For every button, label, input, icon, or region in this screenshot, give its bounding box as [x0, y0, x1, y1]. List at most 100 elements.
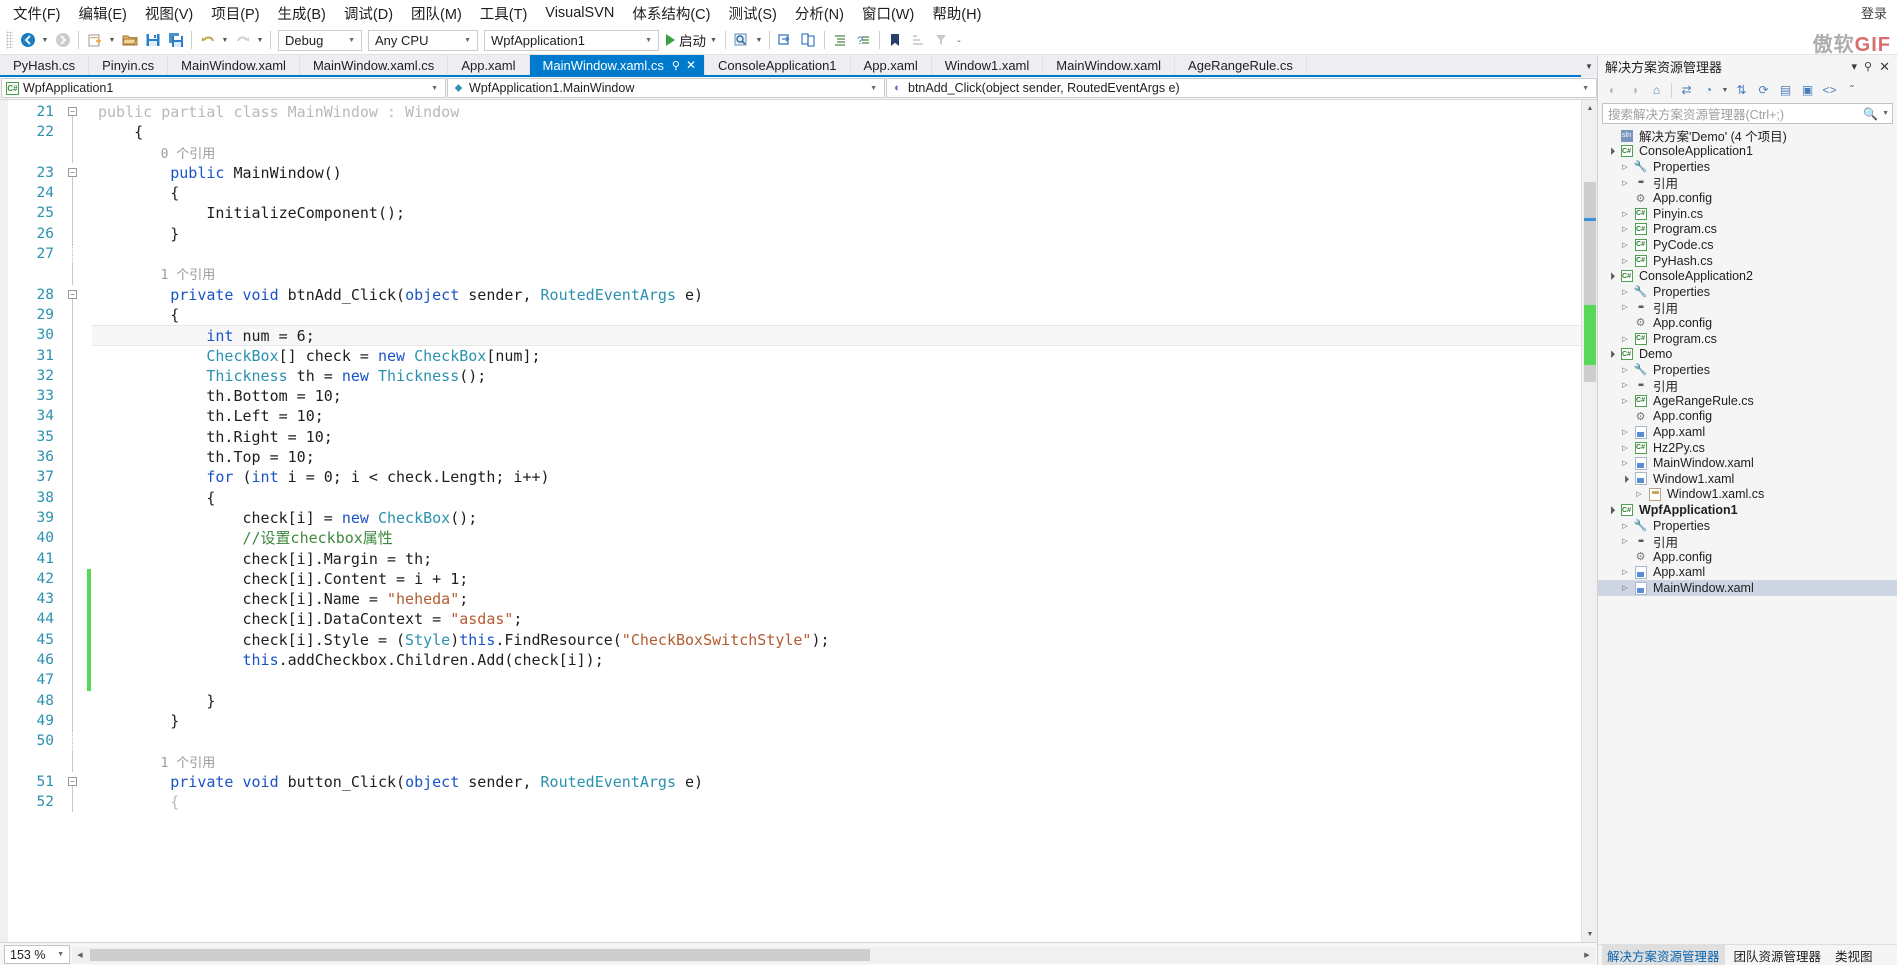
- chevron-right-icon[interactable]: ▷: [1618, 428, 1632, 436]
- tree-item[interactable]: ⚙ App.config: [1598, 315, 1897, 331]
- menu-item[interactable]: 帮助(H): [923, 0, 990, 27]
- tool-window-tab[interactable]: 解决方案资源管理器: [1602, 944, 1725, 965]
- pin-icon[interactable]: ⚲: [672, 59, 680, 72]
- chevron-down-icon[interactable]: ◢: [1603, 268, 1619, 284]
- code-line[interactable]: }: [92, 691, 1581, 711]
- tree-item[interactable]: ▷ ▪▪ 引用: [1598, 378, 1897, 394]
- code-editor[interactable]: 21 22 23 24 25 26 27 28 29 30 31 32 33 34 35 36 37 38 39 40…: [0, 100, 1597, 942]
- toolbar-grip[interactable]: [6, 31, 13, 49]
- tree-item[interactable]: ◢ C# ConsoleApplication2: [1598, 268, 1897, 284]
- tree-item[interactable]: ▷ App.xaml: [1598, 424, 1897, 440]
- chevron-right-icon[interactable]: ▷: [1618, 459, 1632, 467]
- sort-icon[interactable]: [907, 29, 930, 52]
- redo-icon[interactable]: [231, 29, 254, 52]
- code-line[interactable]: [92, 731, 1581, 751]
- chevron-right-icon[interactable]: ▷: [1618, 444, 1632, 452]
- code-line[interactable]: th.Left = 10;: [92, 406, 1581, 426]
- refresh-icon[interactable]: ⟳: [1753, 80, 1774, 100]
- tree-item[interactable]: ⚙ App.config: [1598, 549, 1897, 565]
- filter-icon[interactable]: [930, 29, 953, 52]
- new-project-icon[interactable]: [83, 29, 106, 52]
- tree-item[interactable]: ⚙ App.config: [1598, 409, 1897, 425]
- search-icon[interactable]: 🔍: [1861, 107, 1880, 121]
- back-icon[interactable]: ◐: [1602, 80, 1623, 100]
- toolbar-overflow-icon[interactable]: ⌄: [953, 29, 965, 51]
- chevron-down-icon[interactable]: ▼: [1581, 55, 1597, 77]
- sync-with-active-doc-icon[interactable]: ⇄: [1676, 80, 1697, 100]
- menu-item[interactable]: 分析(N): [786, 0, 853, 27]
- code-line[interactable]: private void button_Click(object sender,…: [92, 772, 1581, 792]
- tree-item[interactable]: ▷ 🔧 Properties: [1598, 362, 1897, 378]
- redo-dropdown-icon[interactable]: ▼: [254, 29, 266, 51]
- chevron-right-icon[interactable]: ▷: [1618, 163, 1632, 171]
- undo-icon[interactable]: [196, 29, 219, 52]
- chevron-right-icon[interactable]: ▷: [1618, 241, 1632, 249]
- code-line[interactable]: 0 个引用: [92, 143, 1581, 163]
- tree-item[interactable]: ▷ ▪▪ 引用: [1598, 175, 1897, 191]
- startup-project-select[interactable]: WpfApplication1 ▼: [484, 29, 659, 51]
- tree-item[interactable]: ▷ C# PyHash.cs: [1598, 253, 1897, 269]
- tool-window-tab[interactable]: 团队资源管理器: [1729, 944, 1827, 965]
- chevron-right-icon[interactable]: ▷: [1618, 257, 1632, 265]
- show-all-files-icon[interactable]: ▤: [1775, 80, 1796, 100]
- chevron-right-icon[interactable]: ▷: [1618, 568, 1632, 576]
- forward-icon[interactable]: ◑: [1624, 80, 1645, 100]
- hscrollbar-thumb[interactable]: [90, 948, 870, 961]
- code-line[interactable]: check[i] = new CheckBox();: [92, 508, 1581, 528]
- code-line[interactable]: check[i].Name = "heheda";: [92, 589, 1581, 609]
- outline-collapse-icon[interactable]: −: [64, 772, 86, 793]
- editor-vertical-scrollbar[interactable]: ▲ ▼: [1581, 100, 1597, 942]
- menu-item[interactable]: 项目(P): [202, 0, 268, 27]
- zoom-level-select[interactable]: 153 % ▼: [4, 945, 70, 964]
- save-all-icon[interactable]: [164, 29, 187, 52]
- tree-item[interactable]: ▷ ▪▪ 引用: [1598, 533, 1897, 550]
- code-line[interactable]: th.Top = 10;: [92, 447, 1581, 467]
- code-line[interactable]: Thickness th = new Thickness();: [92, 366, 1581, 386]
- navigate-back-icon[interactable]: [16, 29, 39, 52]
- solution-tree[interactable]: sln 解决方案'Demo' (4 个项目) ◢ C# ConsoleApplicati…: [1598, 126, 1897, 944]
- chevron-down-icon[interactable]: ◢: [1603, 346, 1619, 362]
- navigate-back-dropdown-icon[interactable]: ▼: [39, 29, 51, 51]
- chevron-down-icon[interactable]: ◢: [1603, 502, 1619, 518]
- code-line[interactable]: check[i].Margin = th;: [92, 549, 1581, 569]
- close-icon[interactable]: ✕: [1879, 59, 1890, 75]
- menu-item[interactable]: 工具(T): [471, 0, 537, 27]
- pending-changes-icon[interactable]: ◔: [1698, 80, 1719, 100]
- menu-item[interactable]: 文件(F): [4, 0, 70, 27]
- code-line[interactable]: [92, 244, 1581, 264]
- menu-item[interactable]: 生成(B): [269, 0, 335, 27]
- tree-item[interactable]: ◢ C# WpfApplication1: [1598, 502, 1897, 518]
- menu-item[interactable]: 测试(S): [719, 0, 785, 27]
- more-icon[interactable]: ˝: [1841, 80, 1862, 100]
- menu-item[interactable]: VisualSVN: [536, 2, 623, 24]
- indent-icon[interactable]: [829, 29, 852, 52]
- tree-item[interactable]: sln 解决方案'Demo' (4 个项目): [1598, 128, 1897, 144]
- tree-item[interactable]: ▷ C# PyCode.cs: [1598, 237, 1897, 253]
- undo-dropdown-icon[interactable]: ▼: [219, 29, 231, 51]
- chevron-down-icon[interactable]: ▼: [1880, 110, 1889, 117]
- code-line[interactable]: check[i].Style = (Style)this.FindResourc…: [92, 630, 1581, 650]
- tree-item[interactable]: ▷ C# Pinyin.cs: [1598, 206, 1897, 222]
- search-input[interactable]: 搜索解决方案资源管理器(Ctrl+;): [1608, 104, 1861, 123]
- step-into-icon[interactable]: [774, 29, 797, 52]
- code-line[interactable]: CheckBox[] check = new CheckBox[num];: [92, 346, 1581, 366]
- chevron-right-icon[interactable]: ▷: [1618, 584, 1632, 592]
- chevron-down-icon[interactable]: ◢: [1617, 471, 1633, 487]
- code-line[interactable]: 1 个引用: [92, 264, 1581, 284]
- code-text-area[interactable]: public partial class MainWindow : Window…: [92, 100, 1581, 942]
- document-tab[interactable]: Window1.xaml: [931, 55, 1044, 75]
- tree-item[interactable]: ▷ C# Hz2Py.cs: [1598, 440, 1897, 456]
- outlining-margin[interactable]: − − − −: [64, 100, 86, 942]
- open-file-icon[interactable]: [118, 29, 141, 52]
- code-line[interactable]: for (int i = 0; i < check.Length; i++): [92, 467, 1581, 487]
- code-line[interactable]: {: [92, 792, 1581, 812]
- document-tab[interactable]: PyHash.cs: [0, 55, 90, 75]
- new-project-dropdown-icon[interactable]: ▼: [106, 29, 118, 51]
- code-line[interactable]: {: [92, 183, 1581, 203]
- outline-collapse-icon[interactable]: −: [64, 102, 86, 123]
- document-tab[interactable]: App.xaml: [850, 55, 932, 75]
- tree-item[interactable]: ◢ Window1.xaml: [1598, 471, 1897, 487]
- chevron-right-icon[interactable]: ▷: [1618, 397, 1632, 405]
- chevron-right-icon[interactable]: ▷: [1618, 179, 1632, 187]
- menu-item[interactable]: 窗口(W): [853, 0, 923, 27]
